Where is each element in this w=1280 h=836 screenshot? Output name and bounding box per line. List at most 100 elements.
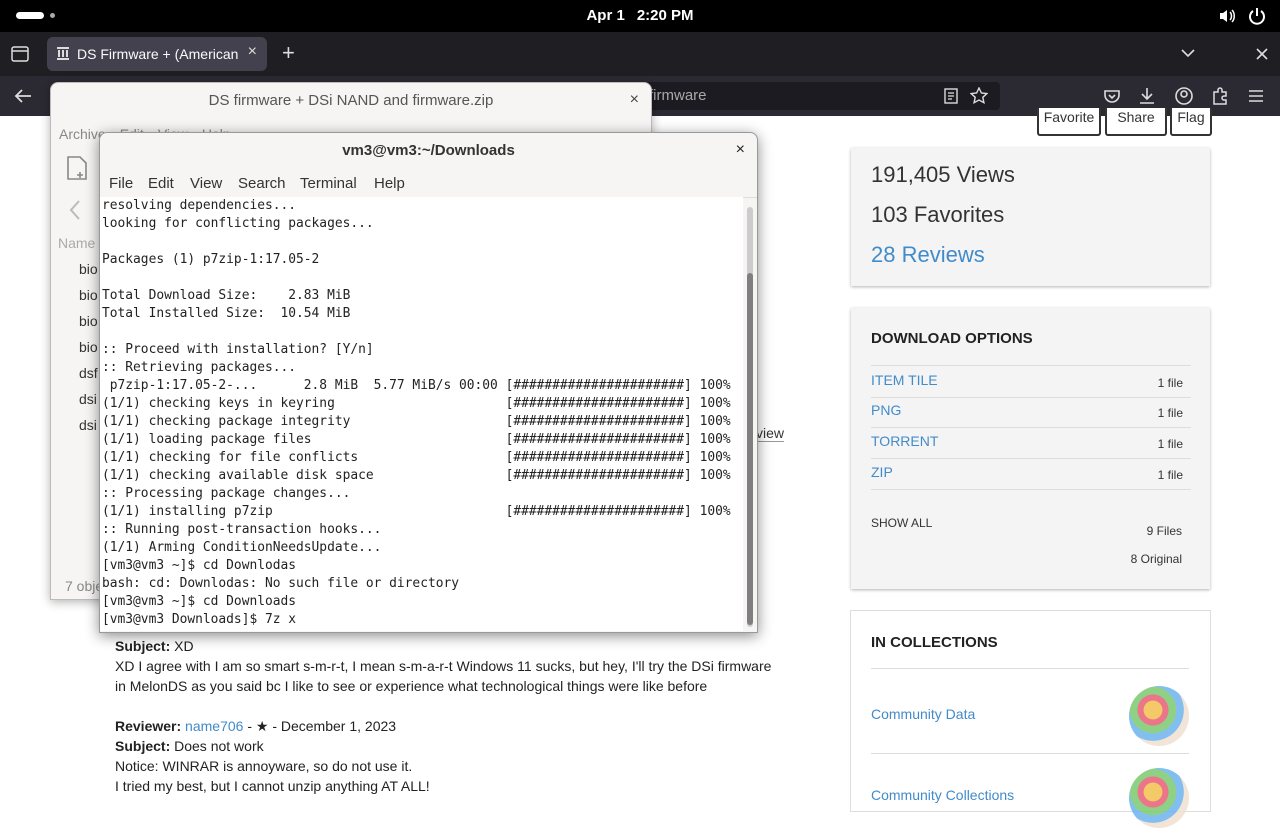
terminal-close-icon[interactable]: × [736,141,745,159]
reviewer-label: Reviewer: [115,718,182,734]
terminal-menu-help[interactable]: Help [374,175,405,192]
share-button[interactable]: Share [1105,108,1167,136]
collection-thumbnail[interactable] [1129,768,1189,828]
archive-file-item[interactable]: bio [79,261,98,277]
archive-close-icon[interactable]: × [630,91,639,109]
download-option-row[interactable]: TORRENT 1 file [871,427,1191,459]
clock[interactable]: Apr 1 2:20 PM [0,7,1280,24]
url-bar[interactable]: firmware [645,82,1000,110]
download-options-heading: DOWNLOAD OPTIONS [871,330,1033,347]
power-icon[interactable] [1248,6,1266,26]
archive-file-item[interactable]: bio [79,287,98,303]
subject-label: Subject: [115,638,171,654]
download-options-card: DOWNLOAD OPTIONS ITEM TILE 1 file PNG 1 … [851,308,1210,589]
files-count: 9 Files [1146,524,1182,538]
download-option-name[interactable]: ZIP [871,464,893,480]
terminal-menu-file[interactable]: File [109,175,133,192]
new-tab-icon[interactable]: + [282,40,295,66]
review-link-partial[interactable]: view [756,425,785,442]
browser-tab-bar: DS Firmware + (American × + [0,32,1280,76]
archive-back-icon[interactable] [69,199,81,221]
subject-label: Subject: [115,738,171,754]
download-option-count: 1 file [1157,376,1183,390]
terminal-window[interactable]: vm3@vm3:~/Downloads × File Edit View Sea… [99,132,758,633]
favorites-count: 103 Favorites [871,202,1005,227]
tab-ds-firmware[interactable]: DS Firmware + (American × [47,37,267,71]
reader-view-icon[interactable] [944,88,958,104]
collection-thumbnail[interactable] [1129,686,1189,746]
share-label: Share [1117,109,1155,125]
collections-card: IN COLLECTIONS Community Data Community … [850,610,1211,828]
tab-overview-icon[interactable] [11,46,29,62]
flag-button[interactable]: Flag [1170,108,1212,136]
download-option-count: 1 file [1157,468,1183,482]
terminal-title: vm3@vm3:~/Downloads [342,142,515,159]
download-option-name[interactable]: PNG [871,402,901,418]
terminal-scrollbar[interactable] [747,207,753,627]
tab-close-icon[interactable]: × [248,43,257,61]
archive-file-item[interactable]: bio [79,313,98,329]
terminal-menu-edit[interactable]: Edit [148,175,174,192]
collections-heading: IN COLLECTIONS [871,634,998,651]
tab-title: DS Firmware + (American [77,46,239,62]
download-option-row[interactable]: ZIP 1 file [871,458,1191,490]
terminal-menu-view[interactable]: View [190,175,222,192]
collection-row[interactable]: Community Collections [871,753,1189,836]
favorite-button[interactable]: Favorite [1037,108,1101,136]
download-option-row[interactable]: ITEM TILE 1 file [871,365,1191,398]
download-option-name[interactable]: ITEM TILE [871,372,938,388]
account-icon[interactable] [1175,87,1193,105]
terminal-text[interactable]: resolving dependencies... looking for co… [100,197,743,629]
clock-time: 2:20 PM [636,7,694,24]
flag-label: Flag [1177,109,1205,125]
download-option-row[interactable]: PNG 1 file [871,396,1191,428]
review-2-body-line: I tried my best, but I cannot unzip anyt… [115,778,430,794]
archive-file-item[interactable]: dsi [79,391,97,407]
views-count: 191,405 Views [871,162,1015,187]
hamburger-menu-icon[interactable] [1248,89,1264,103]
archive-status-text: 7 obje [65,578,104,594]
pocket-icon[interactable] [1103,89,1121,103]
review-1-body-line: XD I agree with I am so smart s-m-r-t, I… [115,658,772,674]
tab-list-chevron-icon[interactable] [1181,48,1195,58]
url-text: firmware [649,87,707,104]
original-count: 8 Original [1130,552,1182,566]
review-meta: - ★ - December 1, 2023 [243,718,397,734]
download-option-count: 1 file [1157,437,1183,451]
download-option-name[interactable]: TORRENT [871,433,938,449]
favorite-label: Favorite [1043,109,1095,125]
collection-link[interactable]: Community Data [871,706,975,722]
clock-date: Apr 1 [586,7,625,24]
back-arrow-icon[interactable] [14,88,32,104]
scrollbar-thumb[interactable] [747,273,753,625]
extensions-icon[interactable] [1211,87,1229,105]
window-close-icon[interactable] [1256,48,1268,60]
review-subject: XD [174,638,194,654]
terminal-menu-search[interactable]: Search [238,175,286,192]
bookmark-star-icon[interactable] [970,87,988,105]
downloads-icon[interactable] [1139,87,1155,105]
review-1-subject: Subject: XD [115,636,194,656]
review-subject: Does not work [174,738,264,754]
review-2-body-line: Notice: WINRAR is annoyware, so do not u… [115,758,413,774]
system-top-bar: Apr 1 2:20 PM [0,0,1280,32]
terminal-menu-terminal[interactable]: Terminal [300,175,357,192]
review-2-subject: Subject: Does not work [115,736,264,756]
collection-row[interactable]: Community Data [871,668,1189,751]
new-archive-icon[interactable] [65,155,89,181]
archive-library-icon [57,47,69,60]
download-option-count: 1 file [1157,406,1183,420]
show-all-link[interactable]: SHOW ALL [871,516,932,530]
reviews-link[interactable]: 28 Reviews [871,242,985,268]
terminal-output[interactable]: resolving dependencies... looking for co… [100,197,743,631]
archive-file-item[interactable]: bio [79,339,98,355]
review-2-header: Reviewer: name706 - ★ - December 1, 2023 [115,716,396,736]
archive-file-item[interactable]: dsf [79,365,98,381]
collection-link[interactable]: Community Collections [871,787,1014,803]
item-stats-card: 191,405 Views 103 Favorites 28 Reviews [851,148,1210,286]
column-header-name[interactable]: Name [58,235,95,251]
reviewer-link[interactable]: name706 [185,718,243,734]
volume-icon[interactable] [1217,6,1237,26]
archive-file-item[interactable]: dsi [79,417,97,433]
terminal-menubar: File Edit View Search Terminal Help [100,169,757,198]
